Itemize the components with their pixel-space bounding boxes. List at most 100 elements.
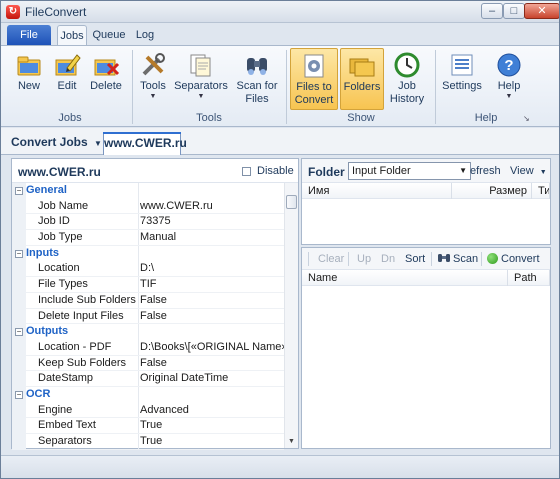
folders-button[interactable]: Folders <box>340 48 384 110</box>
row-gutter <box>12 402 26 419</box>
property-value[interactable]: True <box>140 419 284 431</box>
property-row[interactable]: Location - PDF D:\Books\[«ORIGINAL Name»]… <box>12 339 284 356</box>
chevron-down-icon: ▼ <box>459 166 467 175</box>
property-value[interactable]: 73375 <box>140 215 284 227</box>
property-value[interactable]: www.CWER.ru <box>140 200 284 212</box>
property-value[interactable]: D:\ <box>140 262 284 274</box>
property-name: Separators <box>38 435 92 447</box>
tab-log[interactable]: Log <box>131 25 159 45</box>
new-button[interactable]: New <box>11 48 47 110</box>
property-value[interactable]: D:\Books\[«ORIGINAL Name»].PI <box>140 341 284 353</box>
view-dropdown[interactable]: View ▼ <box>510 165 547 177</box>
app-logo-icon: ↻ <box>6 5 20 19</box>
property-row[interactable]: DateStamp Original DateTime <box>12 371 284 387</box>
property-row[interactable]: Engine Advanced <box>12 402 284 419</box>
property-row[interactable]: File Types TIF <box>12 277 284 293</box>
disable-checkbox[interactable] <box>242 167 251 176</box>
row-gutter <box>12 339 26 356</box>
scan-button[interactable]: Scan <box>438 253 478 265</box>
dialog-launcher-icon[interactable]: ↘ <box>523 114 530 123</box>
column-divider <box>138 261 139 278</box>
tools-dropdown[interactable]: Tools ▼ <box>135 48 171 110</box>
property-row[interactable]: Job Name www.CWER.ru <box>12 198 284 215</box>
group-separator <box>286 50 287 124</box>
property-name: Engine <box>38 403 73 416</box>
help-dropdown[interactable]: ? Help ▼ <box>491 48 527 110</box>
column-type[interactable]: Ти <box>532 183 550 199</box>
property-row[interactable]: Separators True <box>12 434 284 450</box>
ribbon-tabs: File Jobs Queue Log <box>1 23 559 45</box>
job-history-button[interactable]: Job History <box>386 48 428 110</box>
scroll-down-icon[interactable]: ▼ <box>288 438 295 445</box>
property-row[interactable]: Keep Sub Folders False <box>12 355 284 372</box>
pencil-icon <box>55 54 81 76</box>
property-row[interactable]: Job Type Manual <box>12 230 284 246</box>
tab-file[interactable]: File <box>7 25 51 45</box>
column-divider <box>138 245 139 262</box>
refresh-button[interactable]: efresh <box>470 165 501 177</box>
down-button[interactable]: Dn <box>381 253 395 265</box>
minimize-button[interactable]: – <box>481 3 503 19</box>
property-value[interactable]: Manual <box>140 231 284 243</box>
column-divider <box>138 386 139 403</box>
column-size[interactable]: Размер <box>452 183 532 199</box>
property-row[interactable]: Embed Text True <box>12 418 284 434</box>
up-button[interactable]: Up <box>357 253 371 265</box>
property-value[interactable]: False <box>140 357 284 369</box>
convert-button[interactable]: Convert <box>487 253 540 265</box>
folder-select[interactable]: Input Folder ▼ <box>348 162 471 180</box>
column-divider <box>138 402 139 419</box>
toolbar-separator <box>308 252 309 266</box>
job-tab[interactable]: www.CWER.ru <box>103 132 187 155</box>
property-row[interactable]: Location D:\ <box>12 261 284 278</box>
tab-queue[interactable]: Queue <box>91 25 127 45</box>
row-gutter <box>12 308 26 325</box>
property-value[interactable]: False <box>140 310 284 322</box>
property-value[interactable]: Original DateTime <box>140 372 284 384</box>
column-divider <box>138 355 139 372</box>
separators-icon <box>190 54 211 77</box>
property-name: Keep Sub Folders <box>38 356 127 369</box>
delete-button[interactable]: Delete <box>87 48 125 110</box>
gear-document-icon <box>304 54 324 78</box>
settings-button[interactable]: Settings <box>441 48 483 110</box>
property-value[interactable]: False <box>140 294 284 306</box>
column-path[interactable]: Path <box>508 270 550 286</box>
separators-dropdown[interactable]: Separators ▼ <box>173 48 229 110</box>
property-row[interactable]: Delete Input Files False <box>12 308 284 325</box>
toolbar-separator <box>431 252 432 266</box>
property-category[interactable]: − General <box>12 183 284 199</box>
property-row[interactable]: Job ID 73375 <box>12 214 284 231</box>
property-category[interactable]: − Inputs <box>12 245 284 262</box>
sort-button[interactable]: Sort <box>405 253 425 265</box>
column-name[interactable]: Name <box>302 270 508 286</box>
property-row[interactable]: Include Sub Folders False <box>12 292 284 309</box>
property-value[interactable]: TIF <box>140 278 284 290</box>
property-value[interactable]: True <box>140 435 284 447</box>
property-value[interactable]: Advanced <box>140 404 284 416</box>
files-panel: Clear Up Dn Sort Scan Convert Name Path <box>301 247 551 449</box>
convert-jobs-dropdown[interactable]: Convert Jobs ▼ <box>11 135 102 149</box>
row-gutter <box>12 355 26 372</box>
property-category[interactable]: − Outputs <box>12 324 284 340</box>
edit-button[interactable]: Edit <box>51 48 83 110</box>
scrollbar-thumb[interactable] <box>286 195 297 209</box>
maximize-button[interactable]: □ <box>503 3 525 19</box>
property-category[interactable]: − OCR <box>12 386 284 403</box>
close-button[interactable]: ✕ <box>524 3 559 19</box>
files-to-convert-button[interactable]: Files to Convert <box>290 48 338 110</box>
vertical-scrollbar[interactable]: ▼ <box>284 183 298 448</box>
column-divider <box>138 418 139 434</box>
tab-jobs[interactable]: Jobs <box>57 25 87 45</box>
collapse-icon[interactable]: − <box>15 187 23 195</box>
collapse-icon[interactable]: − <box>15 328 23 337</box>
scan-for-files-button[interactable]: Scan for Files <box>233 48 281 110</box>
collapse-icon[interactable]: − <box>15 249 23 258</box>
category-label: OCR <box>26 387 51 400</box>
svg-text:?: ? <box>504 57 513 74</box>
column-name[interactable]: Имя <box>302 183 452 199</box>
group-label-tools: Tools <box>196 112 222 124</box>
clear-button[interactable]: Clear <box>318 253 344 265</box>
folder-panel-header: Folder Input Folder ▼ efresh View ▼ <box>302 159 550 183</box>
collapse-icon[interactable]: − <box>15 390 23 399</box>
